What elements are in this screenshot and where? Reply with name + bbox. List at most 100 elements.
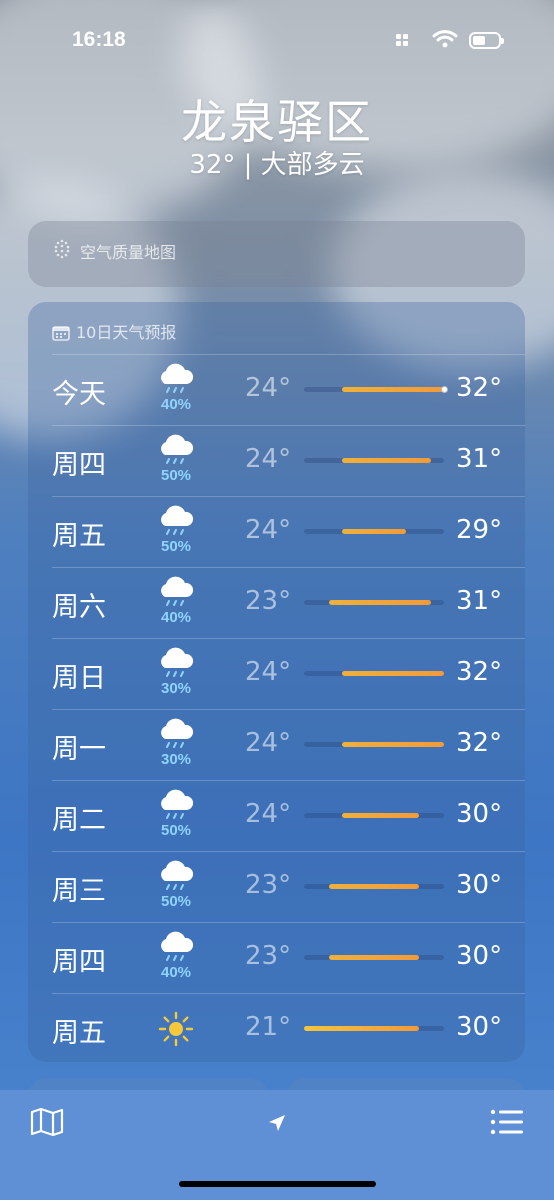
- temp-range-bar: [342, 387, 444, 392]
- temp-range-bar: [329, 600, 432, 605]
- high-temp: 30°: [456, 870, 503, 900]
- list-icon[interactable]: [490, 1108, 524, 1136]
- low-temp: 24°: [245, 515, 292, 545]
- temp-range-track: [304, 955, 444, 960]
- status-time: 16:18: [72, 28, 126, 51]
- high-temp: 30°: [456, 799, 503, 829]
- temp-range-track: [304, 600, 444, 605]
- temp-range-bar: [342, 671, 444, 676]
- temp-range-track: [304, 1026, 444, 1031]
- precip-chance: 50%: [160, 822, 192, 839]
- forecast-weather-icon: [156, 1001, 196, 1055]
- precip-chance: 30%: [160, 680, 192, 697]
- location-arrow-icon[interactable]: [266, 1112, 288, 1134]
- forecast-day: 周二: [52, 805, 106, 836]
- temp-range-track: [304, 671, 444, 676]
- row-divider: [52, 496, 525, 497]
- forecast-day: 周四: [52, 947, 106, 978]
- temp-range-bar: [329, 955, 419, 960]
- wifi-icon: [432, 30, 458, 48]
- high-temp: 29°: [456, 515, 503, 545]
- map-icon[interactable]: [30, 1107, 64, 1137]
- forecast-header: 10日天气预报: [52, 319, 176, 343]
- row-divider: [52, 851, 525, 852]
- forecast-row[interactable]: 周四 40% 23° 30°: [28, 922, 525, 993]
- temp-range-track: [304, 458, 444, 463]
- forecast-header-label: 10日天气预报: [76, 323, 177, 342]
- high-temp: 32°: [456, 373, 503, 403]
- city-name: 龙泉驿区: [181, 95, 373, 149]
- forecast-row[interactable]: 今天 40% 24° 32°: [28, 354, 525, 425]
- low-temp: 24°: [245, 657, 292, 687]
- ten-day-forecast-card: 10日天气预报 今天 40% 24° 32° 周四 50% 24° 31° 周五…: [28, 302, 525, 1062]
- current-temp-marker: [441, 386, 448, 393]
- row-divider: [52, 354, 525, 355]
- rain-cloud-icon: [161, 576, 194, 606]
- low-temp: 23°: [245, 870, 292, 900]
- low-temp: 24°: [245, 373, 292, 403]
- high-temp: 30°: [456, 941, 503, 971]
- rain-cloud-icon: [161, 434, 194, 464]
- forecast-day: 周四: [52, 450, 106, 481]
- temp-range-bar: [342, 813, 419, 818]
- calendar-icon: [52, 326, 70, 341]
- forecast-day: 周三: [52, 876, 106, 907]
- forecast-weather-icon: 40%: [156, 930, 196, 984]
- air-quality-card[interactable]: 空气质量地图: [28, 221, 525, 287]
- high-temp: 31°: [456, 586, 503, 616]
- low-temp: 24°: [245, 444, 292, 474]
- rain-cloud-icon: [161, 718, 194, 748]
- precip-chance: 40%: [160, 609, 192, 626]
- forecast-row[interactable]: 周六 40% 23° 31°: [28, 567, 525, 638]
- air-quality-icon: [54, 239, 70, 259]
- precip-chance: 30%: [160, 751, 192, 768]
- forecast-row[interactable]: 周五 21° 30°: [28, 993, 525, 1064]
- temp-range-track: [304, 386, 448, 393]
- low-temp: 23°: [245, 586, 292, 616]
- rain-cloud-icon: [161, 647, 194, 677]
- forecast-row[interactable]: 周二 50% 24° 30°: [28, 780, 525, 851]
- forecast-row[interactable]: 周一 30% 24° 32°: [28, 709, 525, 780]
- sun-icon: [158, 1011, 194, 1047]
- temp-range-track: [304, 884, 444, 889]
- row-divider: [52, 425, 525, 426]
- row-divider: [52, 567, 525, 568]
- precip-chance: 50%: [160, 538, 192, 555]
- forecast-weather-icon: 30%: [156, 717, 196, 771]
- forecast-row[interactable]: 周五 50% 24° 29°: [28, 496, 525, 567]
- forecast-weather-icon: 50%: [156, 433, 196, 487]
- forecast-day: 周六: [52, 592, 106, 623]
- row-divider: [52, 638, 525, 639]
- forecast-weather-icon: 30%: [156, 646, 196, 700]
- high-temp: 32°: [456, 728, 503, 758]
- low-temp: 21°: [245, 1012, 292, 1042]
- forecast-row[interactable]: 周三 50% 23° 30°: [28, 851, 525, 922]
- forecast-day: 周一: [52, 734, 106, 765]
- forecast-weather-icon: 50%: [156, 859, 196, 913]
- forecast-row[interactable]: 周四 50% 24° 31°: [28, 425, 525, 496]
- home-indicator: [179, 1181, 376, 1187]
- forecast-weather-icon: 40%: [156, 575, 196, 629]
- high-temp: 32°: [456, 657, 503, 687]
- forecast-weather-icon: 40%: [156, 362, 196, 416]
- air-quality-label: 空气质量地图: [80, 243, 177, 262]
- rain-cloud-icon: [161, 789, 194, 819]
- forecast-day: 周五: [52, 1018, 106, 1049]
- precip-chance: 40%: [160, 964, 192, 981]
- temp-range-track: [304, 529, 444, 534]
- forecast-day: 今天: [52, 379, 106, 410]
- row-divider: [52, 709, 525, 710]
- temp-range-bar: [342, 742, 444, 747]
- forecast-day: 周五: [52, 521, 106, 552]
- precip-chance: 40%: [160, 396, 192, 413]
- rain-cloud-icon: [161, 505, 194, 535]
- forecast-row[interactable]: 周日 30% 24° 32°: [28, 638, 525, 709]
- forecast-day: 周日: [52, 663, 106, 694]
- battery-icon: [469, 32, 504, 49]
- current-conditions: 32° | 大部多云: [189, 150, 365, 180]
- temp-range-bar: [342, 529, 406, 534]
- high-temp: 30°: [456, 1012, 503, 1042]
- temp-range-track: [304, 742, 444, 747]
- cellular-signal-icon: [396, 34, 410, 48]
- rain-cloud-icon: [161, 860, 194, 890]
